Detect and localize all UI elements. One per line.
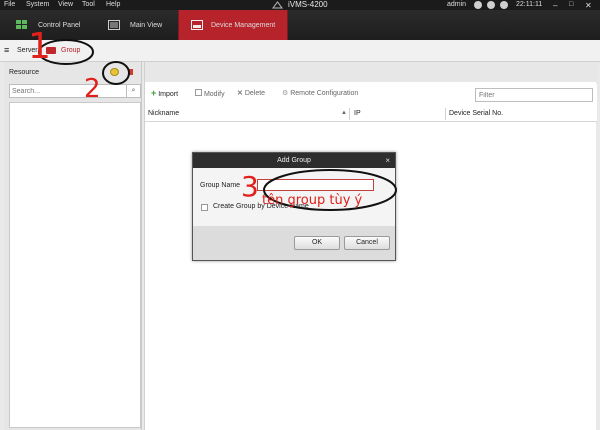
annotation-note: tên group tùy ý: [262, 193, 363, 208]
annotation-circle-add-group: [102, 61, 130, 85]
annotation-step-3: 3: [241, 170, 259, 203]
annotation-step-1: 1: [28, 26, 51, 67]
annotation-step-2: 2: [84, 74, 101, 104]
annotation-overlay: [38, 39, 397, 211]
